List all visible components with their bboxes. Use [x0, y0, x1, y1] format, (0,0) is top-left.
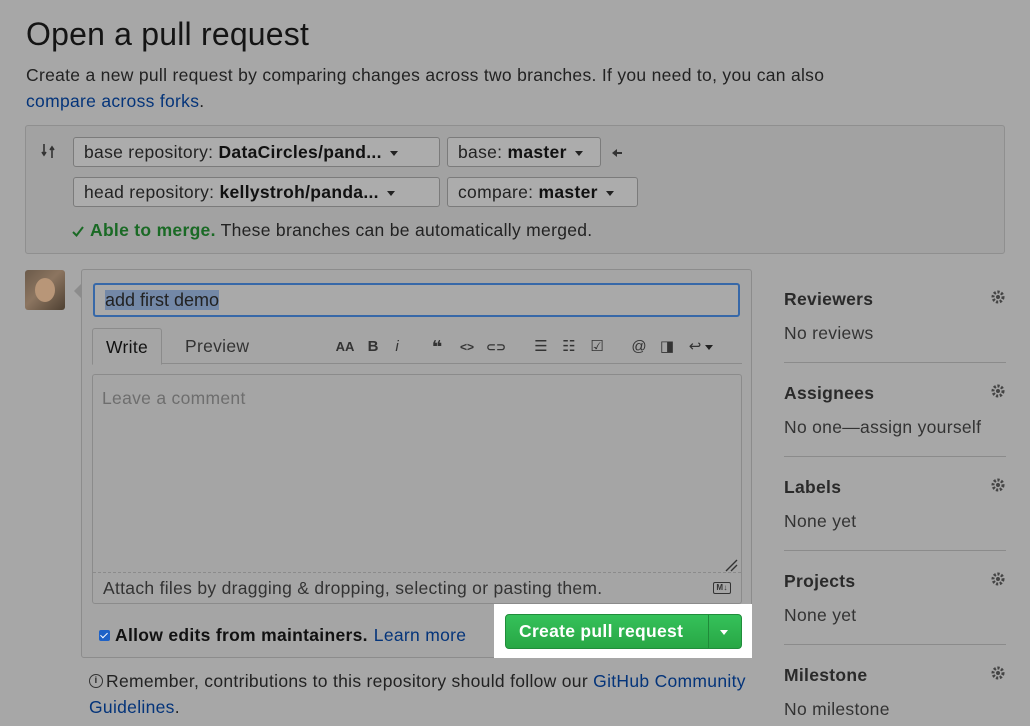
sidebar-heading[interactable]: Reviewers — [784, 289, 873, 310]
subtitle-end: . — [199, 91, 205, 111]
base-repository-dropdown[interactable]: base repository: DataCircles/pand... — [73, 137, 440, 167]
link-icon[interactable]: ⊂⊃ — [485, 336, 507, 358]
base-branch-dropdown[interactable]: base: master — [447, 137, 601, 167]
sidebar-heading[interactable]: Projects — [784, 571, 855, 592]
sidebar-value[interactable]: No one—assign yourself — [784, 417, 981, 438]
saved-reply-icon[interactable]: ↩ — [684, 336, 718, 358]
allow-edits-checkbox[interactable] — [99, 629, 110, 641]
markdown-icon[interactable]: M↓ — [713, 582, 731, 594]
sidebar-value: No reviews — [784, 323, 874, 343]
sidebar-heading[interactable]: Milestone — [784, 665, 867, 686]
allow-edits-row: Allow edits from maintainers. Learn more — [99, 625, 466, 646]
check-icon — [72, 226, 84, 238]
heading-icon[interactable]: AA — [334, 336, 356, 358]
quote-icon[interactable]: ❝ — [426, 336, 448, 358]
head-repository-dropdown[interactable]: head repository: kellystroh/panda... — [73, 177, 440, 207]
reference-icon[interactable]: ◨ — [656, 336, 678, 358]
unordered-list-icon[interactable]: ☰ — [530, 336, 552, 358]
info-icon: i — [89, 674, 103, 689]
markdown-toolbar: AA B i ❝ <> ⊂⊃ ☰ ☷ ☑ @ ◨ ↩ — [334, 336, 734, 358]
learn-more-link[interactable]: Learn more — [374, 625, 467, 645]
bold-icon[interactable]: B — [362, 336, 384, 358]
comment-placeholder: Leave a comment — [102, 388, 246, 408]
create-options-chevron-icon[interactable] — [720, 630, 728, 635]
compare-icon — [41, 144, 55, 158]
italic-icon[interactable]: i — [386, 336, 408, 358]
compare-range-box: base repository: DataCircles/pand... bas… — [25, 125, 1005, 254]
resize-handle-icon[interactable] — [724, 558, 738, 572]
create-pull-request-button[interactable]: Create pull request — [505, 614, 742, 649]
chevron-down-icon — [386, 190, 395, 196]
chevron-down-icon — [574, 150, 583, 156]
compare-branch-dropdown[interactable]: compare: master — [447, 177, 638, 207]
mention-icon[interactable]: @ — [628, 336, 650, 358]
merge-status: Able to merge. These branches can be aut… — [72, 220, 592, 241]
contribution-reminder: i Remember, contributions to this reposit… — [89, 671, 746, 717]
tab-preview[interactable]: Preview — [172, 328, 262, 365]
editor-tabs: Write Preview AA B i ❝ <> ⊂⊃ ☰ ☷ ☑ @ ◨ ↩ — [92, 328, 742, 365]
gear-icon[interactable] — [990, 289, 1006, 305]
gear-icon[interactable] — [990, 571, 1006, 587]
sidebar-assignees: Assignees No one—assign yourself — [784, 374, 1006, 468]
sidebar-heading[interactable]: Assignees — [784, 383, 874, 404]
task-list-icon[interactable]: ☑ — [586, 336, 608, 358]
tab-write[interactable]: Write — [92, 328, 163, 365]
chevron-down-icon — [389, 150, 398, 156]
arrow-left-icon — [612, 149, 622, 157]
ordered-list-icon[interactable]: ☷ — [558, 336, 580, 358]
sidebar-milestone: Milestone No milestone — [784, 656, 1006, 726]
chevron-down-icon — [605, 190, 614, 196]
avatar[interactable] — [25, 270, 65, 310]
sidebar-projects: Projects None yet — [784, 562, 1006, 656]
gear-icon[interactable] — [990, 665, 1006, 681]
pull-request-composer: add first demo Write Preview AA B i ❝ <>… — [74, 269, 752, 658]
compare-across-forks-link[interactable]: compare across forks — [26, 91, 199, 111]
code-icon[interactable]: <> — [456, 336, 478, 358]
sidebar-value: None yet — [784, 511, 857, 531]
gear-icon[interactable] — [990, 383, 1006, 399]
sidebar-reviewers: Reviewers No reviews — [784, 280, 1006, 374]
subtitle-text: Create a new pull request by comparing c… — [26, 65, 825, 85]
page-subtitle: Create a new pull request by comparing c… — [26, 62, 1006, 114]
comment-textarea[interactable]: Leave a comment Attach files by dragging… — [92, 374, 742, 604]
gear-icon[interactable] — [990, 477, 1006, 493]
sidebar-value: None yet — [784, 605, 857, 625]
sidebar-labels: Labels None yet — [784, 468, 1006, 562]
pull-request-title-input[interactable]: add first demo — [93, 283, 740, 317]
page-title: Open a pull request — [26, 16, 310, 52]
attach-files-bar[interactable]: Attach files by dragging & dropping, sel… — [93, 572, 741, 603]
sidebar-value: No milestone — [784, 699, 890, 719]
sidebar-heading[interactable]: Labels — [784, 477, 841, 498]
